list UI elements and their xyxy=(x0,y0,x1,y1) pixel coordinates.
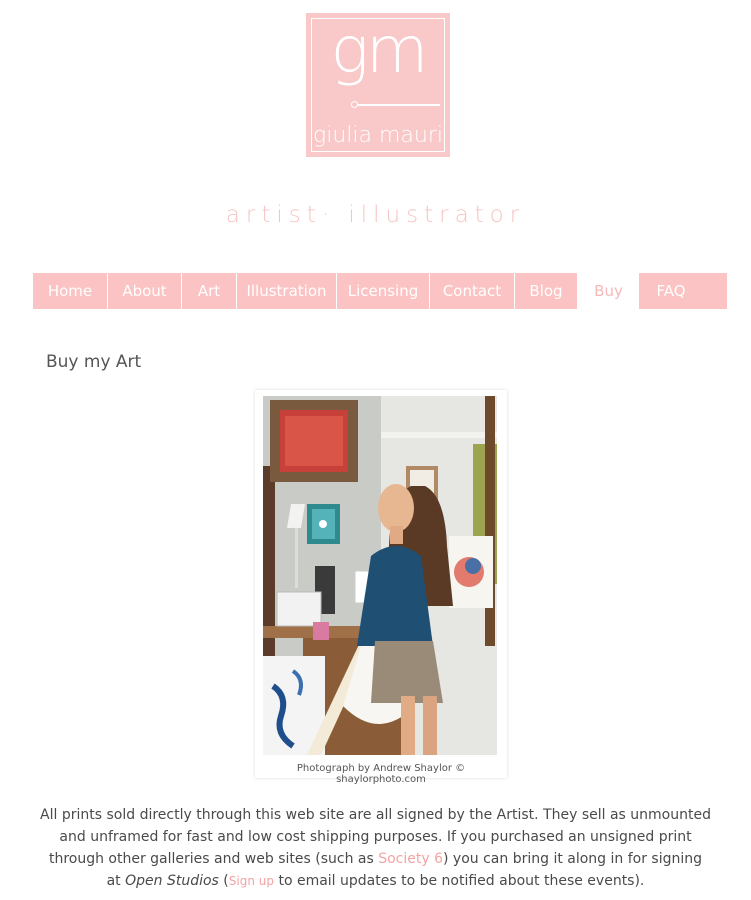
logo-dot xyxy=(351,101,358,108)
page-title: Buy my Art xyxy=(46,352,142,372)
photo-caption: Photograph by Andrew Shaylor © shaylorph… xyxy=(296,763,466,785)
nav-item-illustration[interactable]: Illustration xyxy=(237,273,337,309)
photo-figure: Photograph by Andrew Shaylor © shaylorph… xyxy=(255,390,507,785)
nav-item-home[interactable]: Home xyxy=(33,273,108,309)
nav-item-about[interactable]: About xyxy=(108,273,182,309)
logo-monogram: gm xyxy=(330,14,429,88)
nav-item-art[interactable]: Art xyxy=(182,273,237,309)
artist-photo xyxy=(263,396,497,755)
nav-item-licensing[interactable]: Licensing xyxy=(337,273,430,309)
logo-divider xyxy=(356,104,440,106)
main-nav: Home About Art Illustration Licensing Co… xyxy=(33,273,727,309)
logo-name: giulia mauri xyxy=(313,123,443,148)
site-tagline: artist· illustrator xyxy=(225,202,526,228)
logo[interactable]: gm giulia mauri xyxy=(306,13,450,157)
nav-item-contact[interactable]: Contact xyxy=(430,273,515,309)
nav-item-blog[interactable]: Blog xyxy=(515,273,578,309)
nav-item-buy[interactable]: Buy xyxy=(578,273,639,309)
signup-link[interactable]: Sign up xyxy=(229,874,274,888)
open-studios-text: Open Studios xyxy=(125,873,219,889)
society6-link[interactable]: Society 6 xyxy=(378,851,443,867)
nav-item-faq[interactable]: FAQ xyxy=(639,273,703,309)
body-text-part4: to email updates to be notified about th… xyxy=(274,873,645,889)
body-text-part3: ( xyxy=(218,873,229,889)
body-paragraph: All prints sold directly through this we… xyxy=(40,804,711,892)
